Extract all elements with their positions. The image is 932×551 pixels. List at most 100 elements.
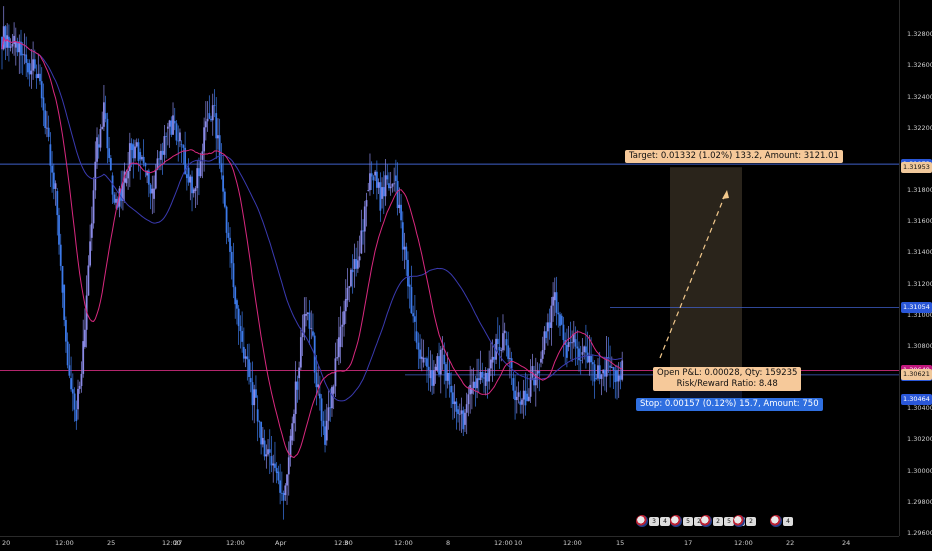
price-tick-label: 1.30000	[907, 466, 932, 475]
candle-body	[199, 160, 202, 177]
time-tick-label: 12:00	[226, 539, 245, 547]
candle-body	[519, 401, 522, 405]
plot-area[interactable]	[0, 0, 932, 550]
price-tick-label: 1.31200	[907, 279, 932, 288]
event-count-badge: 3	[649, 516, 659, 526]
candle-body	[115, 198, 117, 203]
candle-body	[583, 346, 586, 353]
price-tick-label: 1.31600	[907, 217, 932, 226]
candle-body	[163, 136, 166, 155]
event-count-badge: 2	[746, 516, 756, 526]
candle-body	[400, 204, 402, 221]
candle-body	[75, 409, 78, 422]
candle-body	[362, 230, 364, 232]
candle-body	[483, 377, 485, 379]
country-flag-icon	[636, 515, 648, 527]
candle-body	[113, 194, 116, 203]
time-tick-label: 22	[786, 539, 795, 547]
candle-body	[514, 390, 516, 401]
candle-body	[217, 135, 219, 139]
candle-body	[158, 158, 161, 160]
candle-body	[27, 62, 29, 73]
event-marker[interactable]: 52	[670, 515, 704, 527]
candle-body	[160, 150, 162, 160]
candle-body	[546, 322, 549, 332]
candle-body	[391, 183, 394, 187]
candle-body	[71, 389, 74, 394]
candle-body	[308, 312, 311, 329]
candle-body	[310, 328, 313, 330]
event-count-badge: 2	[713, 516, 723, 526]
price-axis[interactable]: 1.32800 1.32600 1.32400 1.32200 1.31800 1.316…	[899, 0, 932, 537]
candle-body	[455, 401, 458, 412]
candle-body	[46, 127, 48, 129]
candle-body	[99, 128, 102, 148]
time-tick-label: 20	[2, 539, 11, 547]
candle-body	[306, 312, 309, 314]
price-tick-label: 1.32600	[907, 61, 932, 70]
candle-body	[87, 265, 90, 296]
candle-body	[614, 370, 617, 383]
candle-body	[609, 365, 611, 368]
candle-body	[21, 53, 24, 55]
candle-body	[522, 390, 525, 400]
candles	[1, 6, 624, 520]
candle-body	[327, 407, 330, 421]
candle-body	[206, 118, 209, 122]
candle-body	[208, 113, 211, 119]
candle-body	[401, 222, 404, 250]
candle-body	[263, 440, 266, 457]
candle-body	[179, 132, 181, 142]
candle-body	[474, 381, 477, 389]
candle-body	[453, 401, 456, 405]
candle-body	[222, 175, 225, 192]
time-tick-label: 12:00	[563, 539, 582, 547]
candle-body	[166, 126, 169, 129]
candle-body	[382, 187, 385, 197]
candle-body	[4, 26, 7, 48]
time-tick-label: 12:00	[734, 539, 753, 547]
candle-body	[236, 300, 238, 309]
candle-body	[467, 394, 470, 405]
event-marker[interactable]: 2	[733, 515, 756, 527]
chart: 1.32800 1.32600 1.32400 1.32200 1.31800 1.316…	[0, 0, 932, 550]
candle-body	[481, 372, 484, 378]
candle-body	[543, 331, 546, 350]
time-tick-label: 27	[174, 539, 183, 547]
candle-body	[531, 366, 534, 378]
candle-body	[560, 315, 563, 325]
time-tick-label: 25	[107, 539, 116, 547]
candle-body	[484, 373, 487, 386]
candle-body	[557, 312, 560, 315]
open-pnl-label: Open P&L: 0.00028, Qty: 159235 Risk/Rewa…	[653, 367, 802, 391]
candle-body	[536, 370, 539, 374]
candle-body	[498, 346, 501, 351]
risk-reward-text: Risk/Reward Ratio: 8.48	[676, 379, 778, 389]
candle-body	[324, 426, 326, 445]
candle-body	[579, 360, 582, 361]
candle-body	[52, 172, 55, 189]
candle-body	[137, 142, 140, 161]
candle-body	[168, 120, 171, 127]
event-marker[interactable]: 4	[770, 515, 793, 527]
candle-body	[337, 337, 340, 358]
candle-body	[96, 137, 98, 162]
candle-body	[332, 386, 335, 394]
candle-body	[65, 320, 67, 342]
time-axis[interactable]: 20 12:00 25 12:00 27 12:00 Apr 12:00 3 12:00 8 12:0…	[0, 536, 899, 551]
candle-body	[218, 135, 221, 164]
candle-body	[294, 381, 297, 415]
candle-body	[141, 156, 143, 160]
target-label[interactable]: Target: 0.01332 (1.02%) 133.2, Amount: 3…	[625, 150, 843, 163]
candle-body	[527, 396, 530, 401]
candle-body	[78, 385, 81, 389]
candle-body	[109, 158, 112, 171]
candle-body	[458, 413, 461, 415]
candle-body	[11, 43, 14, 47]
event-marker[interactable]: 34	[636, 515, 670, 527]
candle-body	[277, 471, 280, 481]
time-tick-label: 17	[684, 539, 693, 547]
candle-body	[265, 454, 268, 457]
candle-body	[239, 326, 242, 332]
stop-label[interactable]: Stop: 0.00157 (0.12%) 15.7, Amount: 750	[636, 398, 823, 411]
